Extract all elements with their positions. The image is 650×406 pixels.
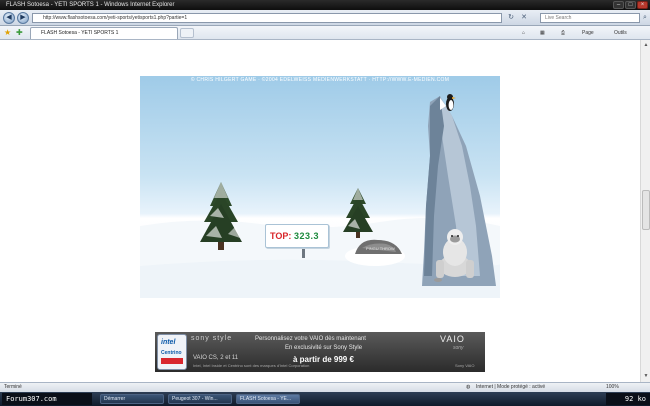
window-title: FLASH Sotoesa - YETI SPORTS 1 - Windows …: [6, 2, 175, 8]
tools-menu[interactable]: Outils: [614, 29, 627, 38]
minimize-button[interactable]: –: [613, 1, 624, 9]
globe-icon: ◍: [466, 384, 471, 390]
window-titlebar: FLASH Sotoesa - YETI SPORTS 1 - Windows …: [0, 0, 650, 10]
new-tab-button[interactable]: [180, 28, 194, 38]
sign-text: PINGU THROW: [366, 246, 395, 251]
ad-headline-2: En exclusivité sur Sony Style: [285, 345, 363, 351]
home-icon[interactable]: ⌂: [522, 29, 525, 38]
tab-toolbar: ★ ✚ FLASH Sotoesa - YETI SPORTS 1 ⌂ ▦ ⎙ …: [0, 26, 650, 40]
system-tray: 92 ko: [606, 393, 650, 405]
taskbar: Forum307.com Démarrer Peugeot 307 - Win.…: [0, 392, 650, 406]
tab-label: FLASH Sotoesa - YETI SPORTS 1: [41, 30, 119, 36]
top-score-label: TOP:: [270, 231, 292, 241]
forward-button[interactable]: ▶: [17, 12, 29, 24]
vaio-sub: sony: [453, 345, 464, 351]
status-bar: Terminé ◍ Internet | Mode protégé : acti…: [0, 382, 650, 392]
zoom-level[interactable]: 100%: [606, 383, 619, 392]
refresh-icon[interactable]: ↻: [507, 14, 515, 22]
ad-small-right: Sony VAIO: [455, 363, 475, 368]
favorites-star-icon[interactable]: ★: [4, 28, 11, 38]
scroll-down-icon[interactable]: ▼: [642, 372, 650, 380]
signpost-pole: [302, 248, 305, 258]
taskbar-item-active[interactable]: FLASH Sotoesa - YE...: [236, 394, 300, 404]
start-button[interactable]: Forum307.com: [2, 393, 92, 405]
ad-headline-1: Personnalisez votre VAIO dès maintenant: [255, 336, 366, 342]
close-button[interactable]: ×: [637, 1, 648, 9]
ad-fineprint: Intel, Intel Inside et Centrino sont des…: [193, 363, 310, 368]
tab-active[interactable]: FLASH Sotoesa - YETI SPORTS 1: [30, 27, 178, 39]
penguin-icon: [446, 94, 456, 111]
search-input[interactable]: Live Search: [540, 13, 640, 23]
intel-logo-text: intel: [161, 339, 176, 346]
address-toolbar: ◀ ▶ http://www.flashsotoesa.com/yeti-spo…: [0, 10, 650, 26]
address-input[interactable]: http://www.flashsotoesa.com/yeti-sports/…: [32, 13, 502, 23]
scroll-thumb[interactable]: [642, 190, 650, 230]
page-menu[interactable]: Page: [582, 29, 594, 38]
top-score-value: 323.3: [294, 231, 320, 241]
intel-logo-stripe: [161, 358, 183, 364]
pine-tree-icon: [343, 188, 373, 238]
print-icon[interactable]: ⎙: [561, 29, 565, 38]
scroll-up-icon[interactable]: ▲: [642, 41, 650, 49]
vaio-logo: VAIO: [440, 334, 465, 344]
pine-tree-icon: [200, 182, 242, 250]
taskbar-item[interactable]: Démarrer: [100, 394, 164, 404]
maximize-button[interactable]: □: [625, 1, 636, 9]
security-zone: Internet | Mode protégé : activé: [476, 384, 546, 390]
back-button[interactable]: ◀: [3, 12, 15, 24]
ad-model: VAIO CS, 2 et 11: [193, 355, 239, 361]
search-icon[interactable]: ⌕: [641, 14, 649, 22]
centrino-text: Centrino: [161, 350, 182, 356]
top-score-board: TOP: 323.3: [265, 224, 329, 248]
ad-banner[interactable]: intel Centrino sony style Personnalisez …: [155, 332, 485, 372]
add-favorite-icon[interactable]: ✚: [16, 28, 23, 38]
flash-game[interactable]: © CHRIS HILGERT GAME · ©2004 EDELWEISS M…: [140, 76, 500, 298]
ad-brand: sony style: [191, 335, 233, 342]
stop-icon[interactable]: ✕: [520, 14, 528, 22]
game-scene: PINGU THROW: [140, 94, 500, 298]
intel-logo: intel Centrino: [157, 334, 187, 370]
feeds-icon[interactable]: ▦: [540, 29, 545, 38]
vertical-scrollbar[interactable]: ▲ ▼: [640, 40, 650, 382]
taskbar-item[interactable]: Peugeot 307 - Win...: [168, 394, 232, 404]
status-text: Terminé: [4, 384, 22, 390]
